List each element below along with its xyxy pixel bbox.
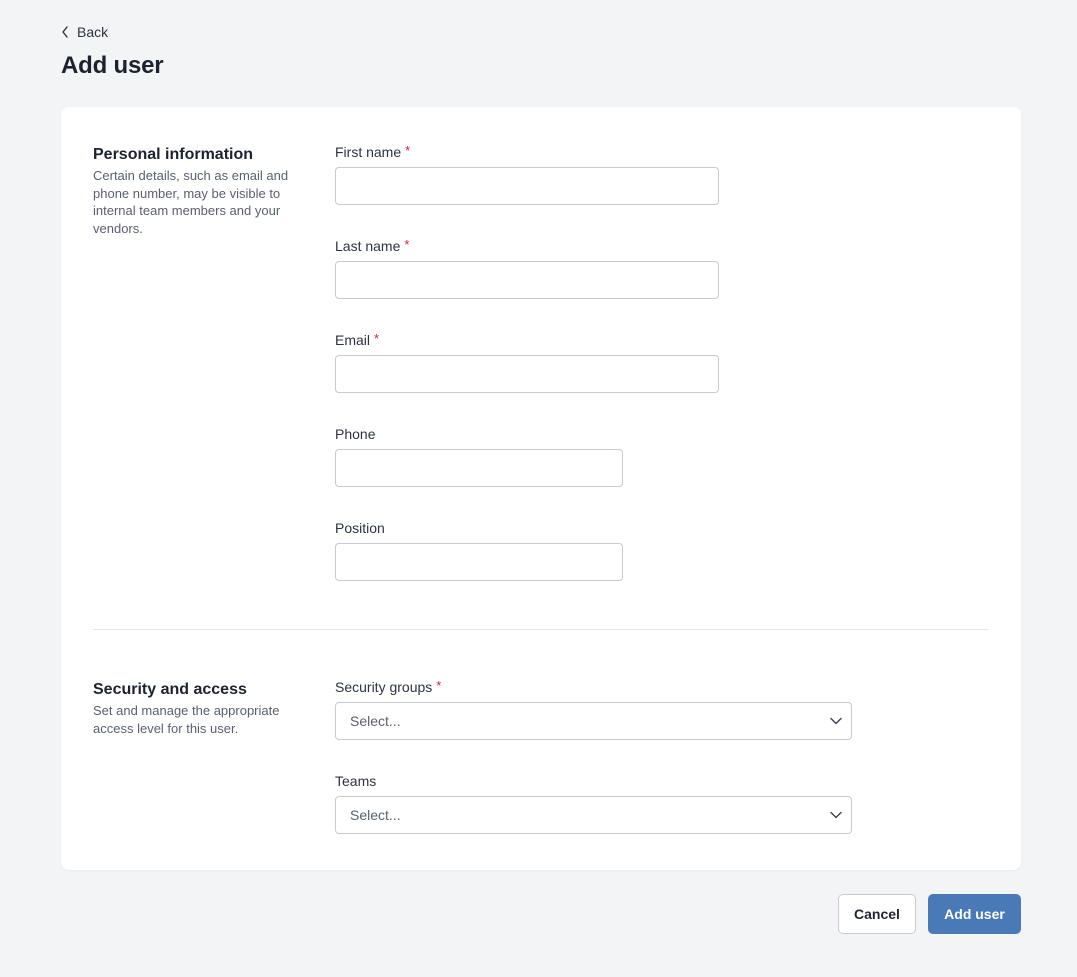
chevron-down-icon xyxy=(830,717,842,725)
first-name-label: First name * xyxy=(335,143,719,161)
teams-placeholder: Select... xyxy=(350,807,401,823)
personal-info-header: Personal information Certain details, su… xyxy=(93,146,308,237)
email-label-text: Email xyxy=(335,332,371,348)
first-name-input[interactable] xyxy=(335,167,719,205)
last-name-input[interactable] xyxy=(335,261,719,299)
required-mark: * xyxy=(404,237,410,252)
last-name-label: Last name * xyxy=(335,237,719,255)
teams-field: Teams Select... xyxy=(335,772,852,834)
personal-info-description: Certain details, such as email and phone… xyxy=(93,168,289,236)
position-field: Position xyxy=(335,519,623,581)
required-mark: * xyxy=(374,331,380,346)
teams-label: Teams xyxy=(335,773,377,789)
security-groups-select[interactable]: Select... xyxy=(335,702,852,740)
security-groups-label: Security groups * xyxy=(335,678,852,696)
security-access-description: Set and manage the appropriate access le… xyxy=(93,703,280,736)
security-access-header: Security and access Set and manage the a… xyxy=(93,681,308,737)
personal-info-title: Personal information xyxy=(93,146,254,163)
phone-field: Phone xyxy=(335,425,623,487)
page-title: Add user xyxy=(61,52,164,79)
add-user-button[interactable]: Add user xyxy=(928,894,1021,934)
add-user-form-card: Personal information Certain details, su… xyxy=(61,107,1021,870)
security-groups-label-text: Security groups xyxy=(335,679,433,695)
section-divider xyxy=(93,629,988,630)
phone-label: Phone xyxy=(335,426,376,442)
security-access-title: Security and access xyxy=(93,681,247,698)
required-mark: * xyxy=(436,678,442,693)
chevron-down-icon xyxy=(830,811,842,819)
last-name-field: Last name * xyxy=(335,237,719,299)
required-mark: * xyxy=(405,143,411,158)
email-field: Email * xyxy=(335,331,719,393)
phone-input[interactable] xyxy=(335,449,623,487)
add-user-page: Back Add user Personal information Certa… xyxy=(0,0,1077,977)
security-groups-field: Security groups * Select... xyxy=(335,678,852,740)
chevron-left-icon xyxy=(62,26,68,38)
cancel-button[interactable]: Cancel xyxy=(838,894,916,934)
teams-select[interactable]: Select... xyxy=(335,796,852,834)
email-label: Email * xyxy=(335,331,719,349)
email-input[interactable] xyxy=(335,355,719,393)
position-input[interactable] xyxy=(335,543,623,581)
first-name-field: First name * xyxy=(335,143,719,205)
last-name-label-text: Last name xyxy=(335,238,401,254)
back-label: Back xyxy=(77,24,109,40)
security-groups-placeholder: Select... xyxy=(350,713,401,729)
back-link[interactable]: Back xyxy=(61,24,108,40)
first-name-label-text: First name xyxy=(335,144,402,160)
position-label: Position xyxy=(335,520,385,536)
